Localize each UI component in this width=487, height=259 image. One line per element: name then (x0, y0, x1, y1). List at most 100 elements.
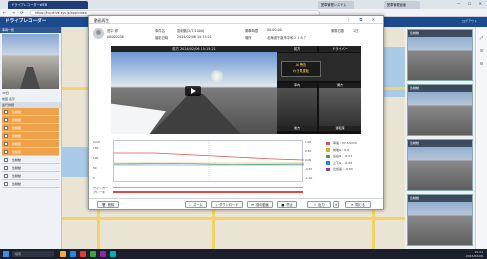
stop-button[interactable]: ■ 停止 (277, 201, 297, 208)
list-item-label: 急制動 (12, 142, 22, 146)
stop-icon: ■ (281, 203, 285, 207)
label-work-days: 乗務日数 (331, 29, 345, 33)
delete-button[interactable]: 🗑 削除 (97, 201, 119, 208)
checkbox[interactable] (4, 126, 8, 130)
checkbox[interactable] (4, 150, 8, 154)
list-item-label: 急制動 (12, 110, 22, 114)
browser-tab-active[interactable]: ドライブレコーダーWEB (8, 1, 88, 9)
export-icon: ⇪ (313, 203, 317, 207)
legend-label: 急加速 : -0.03 (333, 167, 353, 171)
taskbar: 検索 15:21 2024/02/06 (0, 249, 487, 259)
legend-label: 車速 : 57.5 km/h (333, 141, 358, 145)
avatar (93, 28, 104, 39)
checkbox[interactable] (4, 134, 8, 138)
modal-title: 動画再生 (94, 18, 110, 23)
main-video[interactable]: 前方 2024/02/06 15:15:21 (111, 46, 277, 134)
edge-app-icon[interactable] (70, 251, 76, 257)
checkbox[interactable] (4, 110, 8, 114)
prev-icon: ⏮ (251, 203, 255, 207)
cabin-video[interactable]: 車内 後方 (277, 83, 317, 131)
export-dropdown[interactable]: ▾ (333, 201, 339, 208)
browser-tab[interactable]: 配車管理画面 (384, 1, 420, 9)
legend-swatch (326, 148, 330, 152)
list-item[interactable]: 急制動 (2, 132, 59, 140)
value-ride-time: 00:00:00 (267, 28, 282, 32)
browser-tab[interactable]: 配車管理システム (318, 1, 354, 9)
video-thumbnail[interactable]: 急制動 (407, 29, 473, 81)
legend-item[interactable]: 急加速 : -0.03 (325, 166, 381, 173)
list-item[interactable]: 急制動 (2, 148, 59, 156)
driver-name: 田中 修 (107, 29, 118, 33)
zoom-icon: ⌕ (189, 203, 192, 207)
left-axis: km/h 150 100 50 0 (93, 140, 101, 180)
list-item[interactable]: 急制動 (2, 124, 59, 132)
checkbox[interactable] (4, 182, 8, 186)
legend-swatch (326, 141, 330, 145)
video-thumbnail[interactable]: 急制動 (407, 194, 473, 246)
app-title: ドライブレコーダー (5, 19, 47, 24)
side-videos: 前方 ドライバー AI 警告 わき見運転 車内 後方 側方 運転席 (277, 46, 361, 134)
label-location: 場所 (245, 36, 252, 40)
checkbox[interactable] (4, 118, 8, 122)
close-button[interactable]: ✕ 閉じる (345, 201, 371, 208)
expand-icon[interactable]: ⤢ (476, 35, 487, 40)
list-item[interactable]: 急制動 (2, 116, 59, 124)
play-button[interactable] (185, 86, 201, 96)
event-info: 田中 修 00000036 事件名 急制動(2/7/1000) 撮影日時 202… (93, 26, 381, 48)
list-item-label: 急制動 (12, 174, 22, 178)
window-controls[interactable]: — ☐ ✕ (457, 1, 485, 6)
taskbar-clock[interactable]: 15:21 2024/02/06 (466, 250, 483, 258)
checkbox[interactable] (4, 166, 8, 170)
driver-code: 00000036 (107, 35, 124, 39)
video-thumbnail[interactable]: 急制動 (407, 139, 473, 191)
settings-icon[interactable]: ⚙ (476, 61, 487, 66)
warning-video[interactable]: AI 警告 わき見運転 (277, 53, 361, 81)
zoom-button[interactable]: ⌕ ズーム (185, 201, 207, 208)
prev-video-button[interactable]: ⏮ 前の動画 (247, 201, 273, 208)
layers-icon[interactable]: ☰ (476, 48, 487, 53)
export-button[interactable]: ⇪ 出力 (307, 201, 331, 208)
value-shot-time: 2024/02/06 15:15:21 (177, 35, 212, 39)
right-axis: 1.00 0.50 0.00 -0.50 -1.00 (305, 140, 313, 180)
chevron-down-icon: ▾ (335, 203, 337, 207)
checkbox[interactable] (4, 158, 8, 162)
taskbar-search[interactable]: 検索 (12, 251, 54, 257)
driver-video[interactable]: 側方 運転席 (319, 83, 361, 131)
video-thumbnail[interactable]: 急制動 (407, 84, 473, 136)
legend-label: 左右G : -0.03 (333, 154, 353, 158)
browser-tab-strip: ドライブレコーダーWEB 配車管理システム 配車管理画面 — ☐ ✕ (0, 0, 487, 9)
start-button[interactable] (3, 251, 9, 257)
checkbox[interactable] (4, 142, 8, 146)
download-button[interactable]: ⤓ ダウンロード (211, 201, 243, 208)
legend-swatch (326, 161, 330, 165)
folder-app-icon[interactable] (60, 251, 66, 257)
legend-label: 前後G : 0.0 (333, 147, 350, 152)
nav-arrows-icon[interactable]: ← → ⟳ (3, 10, 26, 15)
modal-titlebar: 動画再生 ⓘ ⧉ ✕ (89, 16, 383, 24)
left-panel-header: 車両一覧 (0, 27, 61, 33)
legend-label: 上下G : -0.03 (333, 160, 353, 165)
label-event: 事件名 (155, 29, 165, 33)
app-icon[interactable] (110, 251, 116, 257)
checkbox[interactable] (4, 174, 8, 178)
list-item[interactable]: 急制動 (2, 156, 59, 164)
list-item[interactable]: 急制動 (2, 140, 59, 148)
left-video-thumbnail[interactable] (2, 34, 59, 89)
list-item[interactable]: 急制動 (2, 164, 59, 172)
app-icon[interactable] (90, 251, 96, 257)
logout-link[interactable]: ログアウト (462, 19, 477, 23)
app-icon[interactable] (80, 251, 86, 257)
app-icon[interactable] (100, 251, 106, 257)
modal-window-icons[interactable]: ⓘ ⧉ ✕ (346, 17, 379, 23)
video-player-modal: 動画再生 ⓘ ⧉ ✕ 田中 修 00000036 事件名 急制動(2/7/100… (88, 15, 384, 210)
list-item-label: 急制動 (12, 166, 22, 170)
telemetry-chart: km/h 150 100 50 0 1.00 0.50 0.00 -0.50 -… (93, 136, 381, 194)
close-icon: ✕ (350, 203, 354, 207)
brake-bar (113, 191, 303, 193)
list-item[interactable]: 急制動 (2, 180, 59, 188)
chart-legend: 車速 : 57.5 km/h 前後G : 0.0 左右G : -0.03 上下G : … (325, 140, 381, 188)
list-item[interactable]: 急制動 (2, 108, 59, 116)
list-item[interactable]: 急制動 (2, 172, 59, 180)
right-panel: 急制動 急制動 急制動 急制動 (405, 27, 475, 249)
chart-plot[interactable] (113, 140, 305, 183)
